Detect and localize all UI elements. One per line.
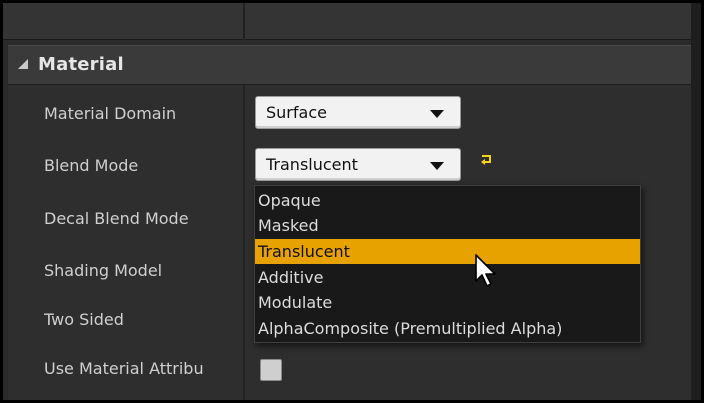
blend-mode-combo[interactable]: Translucent xyxy=(255,148,461,181)
details-toolbar xyxy=(3,3,701,40)
dropdown-option-modulate[interactable]: Modulate xyxy=(255,290,640,315)
dropdown-option-opaque[interactable]: Opaque xyxy=(255,188,640,213)
dropdown-option-translucent[interactable]: Translucent xyxy=(255,239,640,264)
label-blend-mode: Blend Mode xyxy=(44,156,139,175)
label-decal-blend-mode: Decal Blend Mode xyxy=(44,209,189,228)
chevron-down-icon xyxy=(430,110,444,118)
label-use-material-attributes: Use Material Attribu xyxy=(44,359,204,378)
mouse-cursor-icon xyxy=(475,254,496,287)
top-column-divider xyxy=(243,3,245,40)
blend-mode-value: Translucent xyxy=(266,155,358,174)
use-material-attributes-checkbox[interactable] xyxy=(260,359,282,381)
section-title: Material xyxy=(38,54,124,75)
blend-mode-dropdown-list: Opaque Masked Translucent Additive Modul… xyxy=(254,185,641,343)
reset-arrow-icon[interactable] xyxy=(480,154,494,166)
label-two-sided: Two Sided xyxy=(44,310,124,329)
column-divider[interactable] xyxy=(243,85,245,400)
label-shading-model: Shading Model xyxy=(44,261,163,280)
dropdown-option-alphacomposite[interactable]: AlphaComposite (Premultiplied Alpha) xyxy=(255,316,640,341)
triangle-expanded-icon[interactable] xyxy=(18,59,28,69)
details-panel: Material Material Domain Blend Mode Deca… xyxy=(0,0,704,403)
section-header-material[interactable]: Material xyxy=(8,45,691,85)
label-material-domain: Material Domain xyxy=(44,104,177,123)
material-domain-value: Surface xyxy=(266,103,327,122)
right-edge xyxy=(691,3,701,400)
dropdown-option-masked[interactable]: Masked xyxy=(255,213,640,238)
chevron-down-icon xyxy=(430,162,444,170)
dropdown-option-additive[interactable]: Additive xyxy=(255,265,640,290)
material-domain-combo[interactable]: Surface xyxy=(255,96,461,129)
